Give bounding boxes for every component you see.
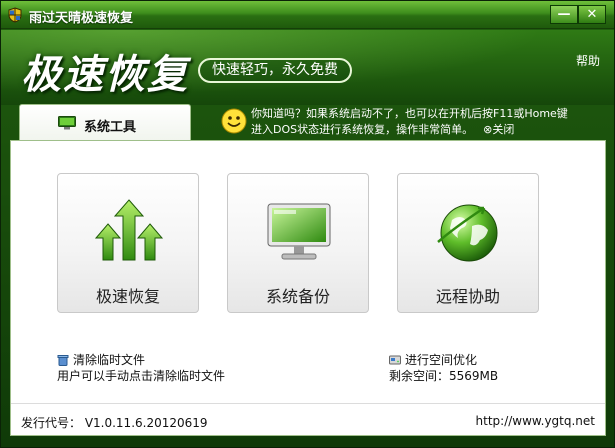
up-arrows-icon [94, 199, 164, 261]
optimize-space-text: 进行空间优化 [405, 353, 478, 367]
tab-label: 系统工具 [84, 120, 137, 135]
remote-assist-label: 远程协助 [435, 287, 500, 306]
tip-box: 你知道吗？如果系统启动不了，也可以在开机后按F11或Home键 进入DOS状态进… [221, 105, 611, 141]
computer-monitor-icon [267, 203, 331, 260]
optimize-space-link[interactable]: 进行空间优化 [389, 352, 498, 368]
help-link[interactable]: 帮助 [576, 52, 600, 69]
footer-divider [11, 403, 605, 404]
space-section: 进行空间优化 剩余空间：5569MB [389, 352, 498, 384]
banner-title: 极速恢复 [21, 51, 189, 98]
tip-text-line2: 进入DOS状态进行系统恢复，操作非常简单。 ⊗关闭 [251, 122, 514, 137]
globe-icon [437, 204, 498, 262]
banner: 极速恢复 快速轻巧，永久免费 帮助 [1, 30, 614, 105]
tip-text-line1: 你知道吗？如果系统启动不了，也可以在开机后按F11或Home键 [251, 107, 568, 120]
remote-assist-button[interactable]: 远程协助 [397, 173, 539, 313]
main-panel: 极速恢复 系统备份 远程协助 清除临时文件 用户可以手动点击清除临时文件 进行空… [10, 140, 606, 436]
website-link[interactable]: http://www.ygtq.net [476, 414, 595, 428]
close-button[interactable]: ✕ [578, 5, 606, 24]
title-bar[interactable]: 雨过天晴极速恢复 — ✕ [1, 1, 614, 29]
slogan-badge: 快速轻巧，永久免费 [198, 58, 352, 83]
system-backup-button[interactable]: 系统备份 [227, 173, 369, 313]
app-window: 雨过天晴极速恢复 — ✕ 极速恢复 快速轻巧，永久免费 帮助 系统工具 你知道吗… [0, 0, 615, 448]
tab-system-tools[interactable]: 系统工具 [19, 104, 191, 140]
window-controls: — ✕ [550, 5, 606, 24]
app-logo-icon [8, 7, 22, 23]
clear-temp-files-link[interactable]: 清除临时文件 [57, 352, 225, 368]
tip-close-link[interactable]: ⊗关闭 [483, 123, 514, 136]
clear-temp-files-text: 清除临时文件 [73, 353, 146, 367]
version-label: 发行代号： V1.0.11.6.20120619 [21, 416, 208, 430]
tip-text-line2-content: 进入DOS状态进行系统恢复，操作非常简单。 [251, 123, 474, 136]
fast-restore-button[interactable]: 极速恢复 [57, 173, 199, 313]
fast-restore-label: 极速恢复 [95, 287, 160, 306]
recycle-bin-icon [57, 355, 69, 366]
temp-files-description: 用户可以手动点击清除临时文件 [57, 369, 226, 383]
monitor-icon [58, 116, 76, 130]
smiley-icon [221, 108, 247, 134]
minimize-button[interactable]: — [550, 5, 578, 24]
free-space-readout: 剩余空间：5569MB [389, 369, 499, 383]
temp-files-section: 清除临时文件 用户可以手动点击清除临时文件 [57, 352, 225, 384]
system-backup-label: 系统备份 [265, 287, 330, 306]
disk-icon [389, 355, 401, 365]
window-title: 雨过天晴极速恢复 [29, 11, 134, 26]
